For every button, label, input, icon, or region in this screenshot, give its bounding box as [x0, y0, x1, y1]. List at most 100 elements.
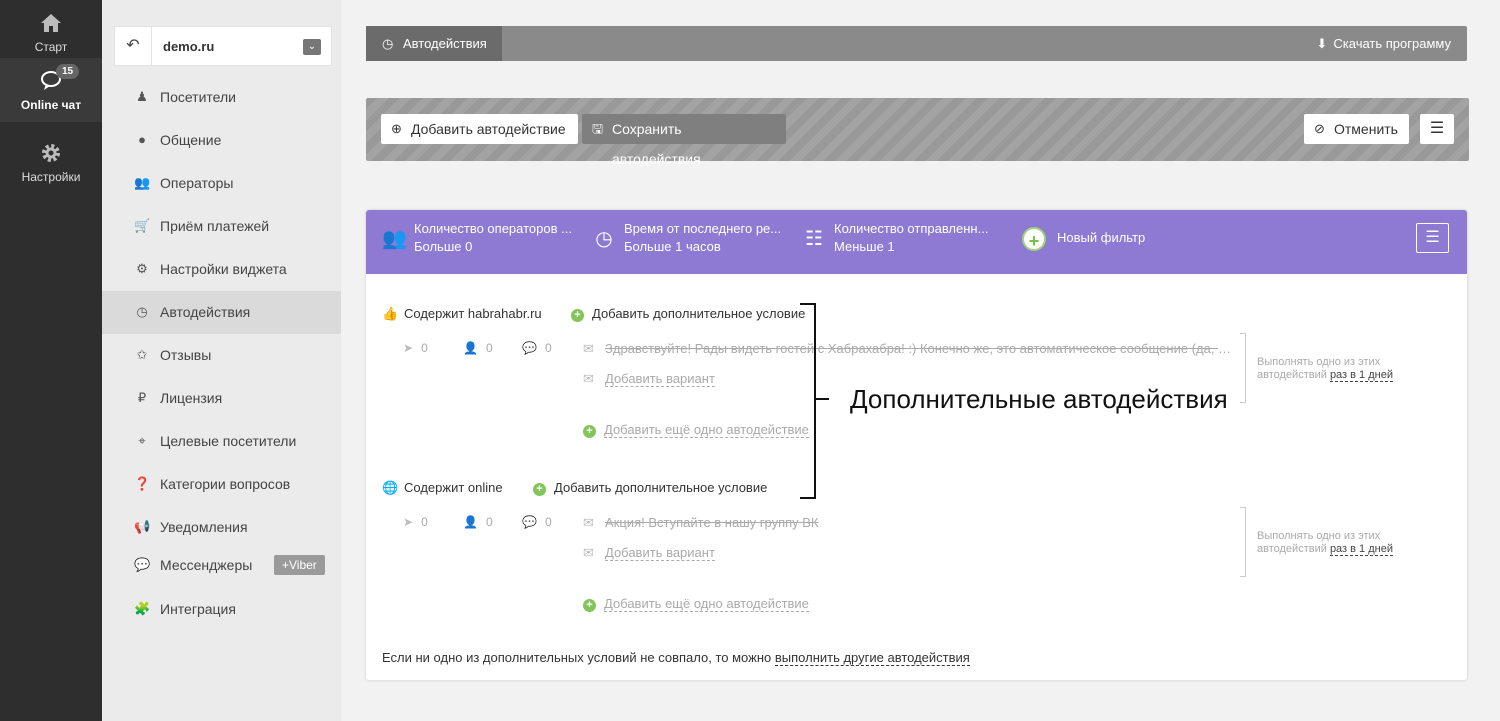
autoaction-message[interactable]: ✉ Акция! Вступайте в нашу группу ВК	[583, 515, 1238, 531]
cart-icon: 🛒	[134, 218, 151, 233]
megaphone-icon: 📢	[134, 519, 151, 534]
crosshair-icon: ⌖	[138, 433, 146, 448]
add-variant-link[interactable]: ✉ Добавить вариант	[583, 371, 715, 387]
add-variant-label: Добавить вариант	[605, 545, 715, 561]
add-more-label: Добавить ещё одно автодействие	[604, 596, 809, 612]
comment-icon: 💬	[522, 341, 537, 355]
autoaction-panel: 👥 Количество операторов ... Больше 0 ◷ В…	[366, 210, 1467, 680]
tab-autoactions[interactable]: ◷ Автодействия	[366, 26, 502, 61]
sidebar-item-payments[interactable]: 🛒 Приём платежей	[102, 205, 341, 248]
add-more-autoaction-link[interactable]: + Добавить ещё одно автодействие	[583, 422, 809, 438]
autoactions-toolbar: ⊕ Добавить автодействие 🖫 Сохранить авто…	[366, 98, 1469, 167]
save-autoactions-label: Сохранить автодействия	[612, 121, 701, 167]
sidebar-item-notifications[interactable]: 📢 Уведомления	[102, 506, 341, 549]
sidebar-item-communication[interactable]: ● Общение	[102, 119, 341, 162]
sidebar-item-widget-settings[interactable]: ⚙ Настройки виджета	[102, 248, 341, 291]
filter-title: Время от последнего ре...	[624, 221, 782, 236]
sidebar-item-label: Отзывы	[160, 347, 212, 363]
tab-autoactions-label: Автодействия	[403, 36, 487, 51]
annotation-bracket	[800, 303, 816, 499]
users-stat: 👤 0	[463, 341, 493, 355]
add-condition-link[interactable]: + Добавить дополнительное условие	[571, 306, 805, 322]
frequency-value[interactable]: раз в 1 дней	[1329, 369, 1393, 382]
sidebar-item-autoactions[interactable]: ◷ Автодействия	[102, 291, 341, 334]
sidebar-item-label: Посетители	[160, 89, 236, 105]
person-icon: ♟	[136, 89, 148, 104]
plus-icon: +	[583, 425, 596, 438]
filter-value: Больше 0	[414, 239, 473, 254]
site-selector[interactable]: ↶ demo.ru ⌄	[114, 26, 332, 66]
sidebar-item-target-visitors[interactable]: ⌖ Целевые посетители	[102, 420, 341, 463]
rail-chat-label: Online чат	[20, 98, 82, 112]
new-filter-label: Новый фильтр	[1057, 230, 1146, 245]
rail-online-chat[interactable]: Online чат 15	[0, 58, 102, 122]
cancel-button[interactable]: ⊘ Отменить	[1304, 114, 1409, 144]
sidebar-item-label: Уведомления	[160, 519, 248, 535]
sidebar-item-label: Операторы	[160, 175, 234, 191]
toolbar-menu-button[interactable]: ☰	[1420, 114, 1454, 144]
condition-row[interactable]: 🌐 Содержит online	[382, 480, 503, 496]
sidebar-item-reviews[interactable]: ✩ Отзывы	[102, 334, 341, 377]
sidebar-item-label: Автодействия	[160, 304, 251, 320]
rail-settings-label: Настройки	[21, 170, 81, 184]
plus-icon: +	[1022, 227, 1046, 251]
envelope-icon: ✉	[583, 545, 594, 560]
sidebar-item-question-categories[interactable]: ❓ Категории вопросов	[102, 463, 341, 506]
clock-icon: ◷	[136, 304, 148, 319]
site-name: demo.ru	[163, 39, 215, 54]
sidebar-item-license[interactable]: ₽ Лицензия	[102, 377, 341, 420]
stat-value: 0	[544, 341, 552, 355]
filter-title: Количество операторов ...	[414, 221, 572, 236]
add-autoaction-button[interactable]: ⊕ Добавить автодействие	[381, 114, 578, 144]
comment-icon: ●	[138, 132, 146, 147]
sidebar-item-label: Приём платежей	[160, 218, 270, 234]
filter-bar: 👥 Количество операторов ... Больше 0 ◷ В…	[366, 210, 1467, 274]
save-autoactions-button[interactable]: 🖫 Сохранить автодействия	[582, 114, 786, 167]
add-autoaction-label: Добавить автодействие	[411, 121, 566, 137]
chevron-down-icon[interactable]: ⌄	[303, 39, 321, 55]
sidebar-item-messengers[interactable]: 💬 Мессенджеры +Viber	[102, 544, 341, 587]
envelope-icon: ✉	[583, 371, 594, 386]
replies-stat: 💬 0	[522, 341, 552, 355]
home-icon	[41, 14, 61, 32]
users-icon: 👥	[382, 228, 407, 250]
replies-stat: 💬 0	[522, 515, 552, 529]
download-icon: ⬇	[1316, 36, 1328, 51]
frequency-setting: Выполнять одно из этих автодействий раз …	[1257, 356, 1437, 382]
autoaction-message[interactable]: ✉ Здравствуйте! Рады видеть гостей с Хабр…	[583, 341, 1238, 357]
question-icon: ❓	[134, 476, 151, 491]
envelope-icon: ✉	[583, 515, 594, 530]
thumbs-up-icon: 👍	[382, 306, 399, 321]
fallback-link[interactable]: выполнить другие автодействия	[774, 650, 970, 666]
sent-stat: ➤ 0	[403, 515, 428, 529]
frequency-value[interactable]: раз в 1 дней	[1329, 543, 1393, 556]
frequency-setting: Выполнять одно из этих автодействий раз …	[1257, 530, 1437, 556]
sidebar-item-label: Лицензия	[160, 390, 223, 406]
sidebar-item-visitors[interactable]: ♟ Посетители	[102, 76, 341, 119]
back-arrow-icon[interactable]: ↶	[115, 27, 152, 65]
rail-start[interactable]: Старт	[0, 12, 102, 56]
annotation-tick	[815, 398, 829, 400]
rail-start-label: Старт	[34, 40, 68, 54]
add-variant-link[interactable]: ✉ Добавить вариант	[583, 545, 715, 561]
sidebar-item-operators[interactable]: 👥 Операторы	[102, 162, 341, 205]
plus-icon: +	[533, 483, 546, 496]
message-text: Здравствуйте! Рады видеть гостей с Хабра…	[605, 341, 1238, 356]
plus-icon: +	[583, 599, 596, 612]
plus-circle-icon: ⊕	[391, 121, 402, 136]
download-label: Скачать программу	[1333, 36, 1451, 51]
app-rail: Старт Online чат 15 Настройки	[0, 0, 102, 721]
filter-menu-button[interactable]: ☰	[1416, 223, 1449, 253]
sidebar-item-label: Категории вопросов	[160, 476, 291, 492]
stat-value: 0	[485, 341, 493, 355]
condition-row[interactable]: 👍 Содержит habrahabr.ru	[382, 306, 542, 322]
sidebar-item-integration[interactable]: 🧩 Интеграция	[102, 588, 341, 631]
sidebar-item-label: Интеграция	[160, 601, 236, 617]
rail-settings[interactable]: Настройки	[0, 142, 102, 186]
add-more-autoaction-link[interactable]: + Добавить ещё одно автодействие	[583, 596, 809, 612]
user-icon: 👤	[463, 341, 478, 355]
comment-icon: 💬	[522, 515, 537, 529]
add-condition-link[interactable]: + Добавить дополнительное условие	[533, 480, 767, 496]
users-stat: 👤 0	[463, 515, 493, 529]
download-program-link[interactable]: ⬇ Скачать программу	[1317, 36, 1452, 52]
